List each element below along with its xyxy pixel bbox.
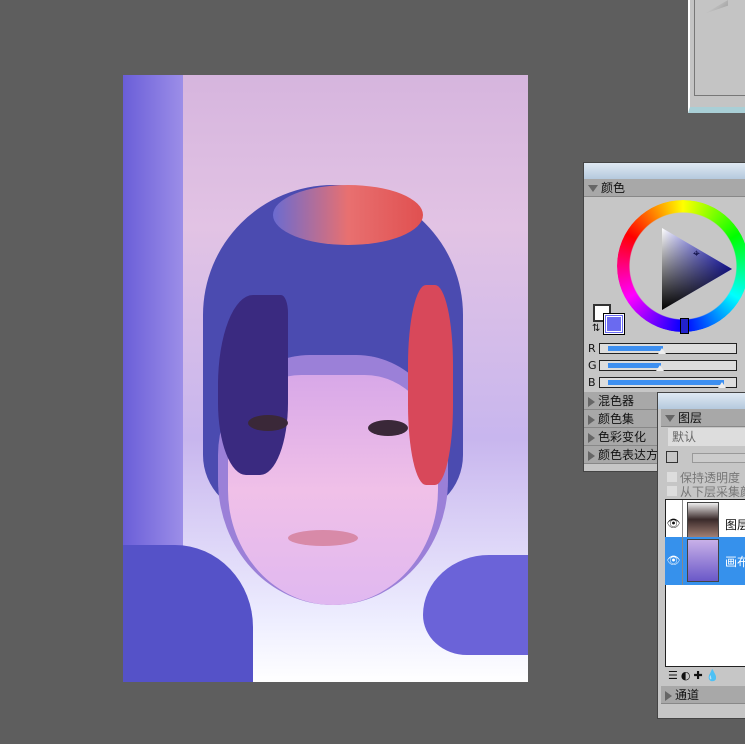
section-swatches[interactable]: 颜色集 — [584, 410, 664, 428]
section-expression[interactable]: 颜色表达方 — [584, 446, 664, 464]
opacity-slider[interactable] — [692, 453, 745, 463]
color-title: 颜色 — [601, 181, 626, 195]
slider-label: B — [588, 376, 596, 389]
layer-toolbar: ☰◐✚💧 — [668, 669, 722, 682]
layers-panel: 图层 默认 保持透明度 从下层采集颜 👁 图层 👁 画布 ☰◐✚💧 通道 — [657, 392, 745, 719]
slider-b[interactable]: B — [584, 376, 745, 389]
layer-name: 图层 — [725, 518, 745, 532]
section-mixer[interactable]: 混色器 — [584, 392, 664, 410]
option-label: 从下层采集颜 — [680, 485, 745, 499]
layer-name: 画布 — [725, 555, 745, 569]
section-label: 颜色表达方 — [598, 448, 659, 462]
section-label: 颜色集 — [598, 412, 635, 426]
slider-label: G — [588, 359, 597, 372]
swap-colors-icon[interactable]: ⇅ — [592, 323, 600, 334]
blend-mode-select[interactable]: 默认 — [668, 428, 745, 446]
layers-section-header[interactable]: 图层 — [661, 409, 745, 427]
layer-row-selected[interactable]: 👁 画布 — [665, 537, 745, 585]
painting-canvas[interactable] — [123, 75, 528, 682]
new-fill-icon[interactable]: 💧 — [706, 669, 723, 682]
section-label: 混色器 — [598, 394, 635, 408]
slider-r[interactable]: R — [584, 342, 745, 355]
new-layer-icon[interactable]: ✚ — [693, 669, 705, 682]
section-variations[interactable]: 色彩变化 — [584, 428, 664, 446]
channels-section[interactable]: 通道 — [661, 686, 745, 704]
mask-icon[interactable]: ◐ — [681, 669, 694, 682]
color-picker-crosshair-icon: ⌖ — [693, 246, 700, 260]
slider-label: R — [588, 342, 596, 355]
color-panel-titlebar[interactable] — [584, 163, 745, 179]
color-section-header[interactable]: 颜色 — [584, 179, 745, 197]
tool-panel — [688, 0, 745, 113]
collapse-icon — [588, 185, 598, 192]
layers-titlebar[interactable] — [658, 393, 745, 409]
section-label: 色彩变化 — [598, 430, 647, 444]
layer-mask-icon[interactable] — [666, 451, 678, 463]
background-color-swatch[interactable] — [603, 313, 625, 335]
hue-marker[interactable] — [680, 318, 689, 334]
eye-icon[interactable]: 👁 — [665, 537, 683, 585]
layers-title: 图层 — [678, 411, 703, 425]
sample-below-checkbox[interactable]: 从下层采集颜 — [667, 483, 745, 500]
new-layer-set-icon[interactable]: ☰ — [668, 669, 681, 682]
channels-label: 通道 — [675, 688, 700, 702]
slider-g[interactable]: G — [584, 359, 745, 372]
